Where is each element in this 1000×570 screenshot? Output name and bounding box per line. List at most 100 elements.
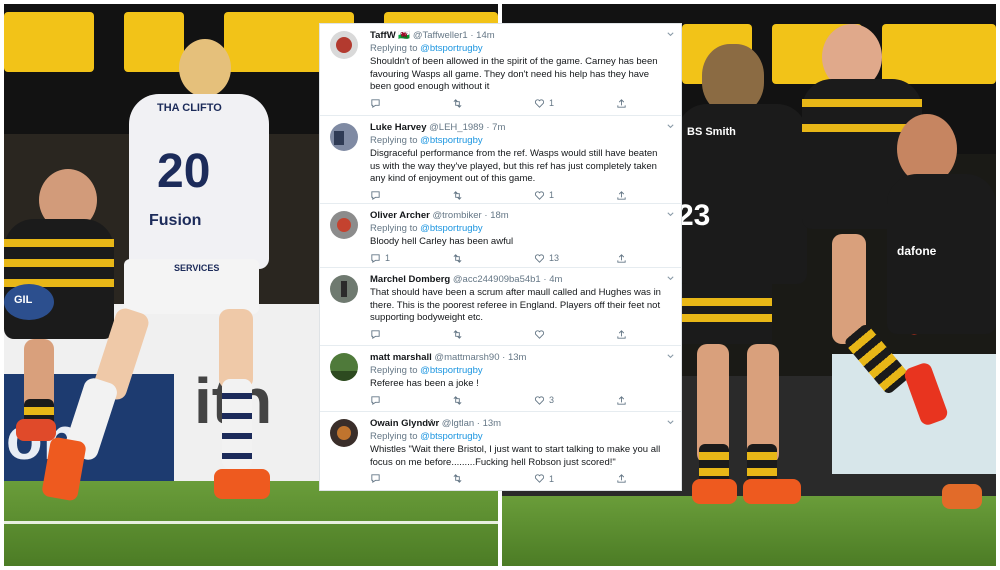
try-line — [4, 521, 498, 524]
tweet-handle[interactable]: @lgtlan — [442, 418, 474, 429]
tweet-header: Marchel Domberg @acc244909ba54b1 · 4m — [370, 274, 667, 286]
reply-icon — [371, 329, 380, 339]
like-button[interactable]: 3 — [534, 395, 554, 406]
chevron-down-icon[interactable] — [666, 418, 675, 427]
retweet-button[interactable] — [452, 253, 467, 264]
share-icon — [617, 395, 626, 405]
avatar[interactable] — [330, 123, 358, 151]
reply-icon — [371, 190, 380, 200]
share-button[interactable] — [616, 253, 627, 264]
reply-button[interactable] — [370, 98, 385, 109]
shirt-sponsor-text: Fusion — [149, 212, 202, 229]
orange-boot — [214, 469, 270, 499]
tweet-time[interactable]: 13m — [508, 352, 526, 363]
chevron-down-icon[interactable] — [666, 122, 675, 131]
retweet-button[interactable] — [452, 98, 467, 109]
tweet-text: Whistles "Wait there Bristol, I just wan… — [370, 444, 661, 468]
reply-button[interactable] — [370, 329, 385, 340]
tweet[interactable]: matt marshall @mattmarsh90 · 13m Replyin… — [320, 346, 681, 412]
tweet-handle[interactable]: @acc244909ba54b1 — [453, 274, 541, 285]
tweet[interactable]: Owain Glyndŵr @lgtlan · 13m Replying to … — [320, 412, 681, 490]
chevron-down-icon[interactable] — [666, 30, 675, 39]
like-count: 1 — [549, 190, 555, 200]
tweet-separator: · — [486, 122, 490, 133]
tweet-author-name[interactable]: Owain Glyndŵr — [370, 418, 439, 429]
ball-brand-text: GIL — [14, 294, 33, 306]
chevron-down-icon[interactable] — [666, 274, 675, 283]
reply-mention-link[interactable]: @btsportrugby — [420, 135, 482, 146]
heart-icon — [534, 474, 545, 483]
avatar[interactable] — [330, 353, 358, 381]
retweet-button[interactable] — [452, 395, 467, 406]
reply-icon — [371, 395, 380, 405]
like-button[interactable]: 13 — [534, 253, 559, 264]
reply-mention-link[interactable]: @btsportrugby — [420, 365, 482, 376]
tweet-time[interactable]: 13m — [483, 418, 501, 429]
chevron-down-icon[interactable] — [666, 352, 675, 361]
like-count: 1 — [549, 473, 555, 484]
tweet-header: Luke Harvey @LEH_1989 · 7m — [370, 122, 667, 134]
tweet-time[interactable]: 18m — [490, 210, 508, 221]
heart-icon — [534, 190, 545, 200]
tweet-handle[interactable]: @mattmarsh90 — [434, 352, 499, 363]
avatar[interactable] — [330, 31, 358, 59]
wasps-shorts — [682, 284, 772, 344]
retweet-button[interactable] — [452, 190, 467, 201]
retweet-button[interactable] — [452, 329, 467, 340]
replying-to: Replying to @btsportrugby — [370, 222, 667, 235]
like-button[interactable]: 1 — [534, 98, 554, 109]
share-button[interactable] — [616, 98, 627, 109]
share-icon — [617, 98, 626, 108]
orange-boot — [692, 479, 737, 504]
reply-mention-link[interactable]: @btsportrugby — [420, 431, 482, 442]
tweet-actions: 3 — [370, 395, 667, 413]
avatar[interactable] — [330, 275, 358, 303]
tweet[interactable]: Oliver Archer @trombiker · 18m Replying … — [320, 204, 681, 268]
like-button[interactable]: 1 — [534, 473, 554, 484]
shirt-number: 20 — [157, 145, 211, 198]
replying-to: Replying to @btsportrugby — [370, 134, 667, 147]
share-button[interactable] — [616, 473, 627, 484]
chevron-down-icon[interactable] — [666, 210, 675, 219]
tweet-author-name[interactable]: TaffW — [370, 30, 396, 41]
tweet-text: Bloody hell Carley has been awful — [370, 236, 514, 247]
reply-button[interactable] — [370, 190, 385, 201]
bristol-player-20: THA CLIFTO 20 Fusion SERVICES — [41, 39, 294, 519]
like-count: 3 — [549, 395, 555, 405]
like-button[interactable]: 1 — [534, 190, 554, 201]
tweet-separator: · — [470, 30, 474, 41]
retweet-button[interactable] — [452, 473, 467, 484]
tweet[interactable]: TaffW 🏴󠁧󠁢󠁷󠁬󠁳󠁿 @Taffweller1 · 14m Replyin… — [320, 24, 681, 116]
reply-button[interactable] — [370, 473, 385, 484]
reply-mention-link[interactable]: @btsportrugby — [420, 43, 482, 54]
share-button[interactable] — [616, 395, 627, 406]
tweet-author-name[interactable]: matt marshall — [370, 352, 432, 363]
avatar[interactable] — [330, 211, 358, 239]
share-button[interactable] — [616, 329, 627, 340]
tweet[interactable]: Luke Harvey @LEH_1989 · 7m Replying to @… — [320, 116, 681, 204]
tweet-handle[interactable]: @Taffweller1 — [413, 30, 468, 41]
tweet-author-name[interactable]: Marchel Domberg — [370, 274, 450, 285]
tweet-header: TaffW 🏴󠁧󠁢󠁷󠁬󠁳󠁿 @Taffweller1 · 14m — [370, 30, 667, 42]
reply-button[interactable] — [370, 395, 385, 406]
tweet-author-name[interactable]: Luke Harvey — [370, 122, 427, 133]
wasps-shirt: dafone — [887, 174, 996, 334]
tweet-handle[interactable]: @LEH_1989 — [429, 122, 484, 133]
retweet-icon — [453, 329, 462, 339]
tweet-time[interactable]: 4m — [549, 274, 562, 285]
tweet-time[interactable]: 14m — [476, 30, 494, 41]
tweet-text: Shouldn't of been allowed in the spirit … — [370, 56, 658, 92]
reply-button[interactable]: 1 — [370, 253, 390, 264]
like-button[interactable] — [534, 329, 549, 340]
tweet-text: Disgraceful performance from the ref. Wa… — [370, 148, 658, 184]
share-button[interactable] — [616, 190, 627, 201]
tweet-time[interactable]: 7m — [492, 122, 505, 133]
tweet-header: Oliver Archer @trombiker · 18m — [370, 210, 667, 222]
reply-mention-link[interactable]: @btsportrugby — [420, 223, 482, 234]
tweet[interactable]: Marchel Domberg @acc244909ba54b1 · 4m Th… — [320, 268, 681, 346]
shirt-number: 23 — [677, 199, 711, 232]
tweet-author-name[interactable]: Oliver Archer — [370, 210, 430, 221]
tweet-handle[interactable]: @trombiker — [432, 210, 481, 221]
avatar[interactable] — [330, 419, 358, 447]
player-head — [179, 39, 231, 97]
